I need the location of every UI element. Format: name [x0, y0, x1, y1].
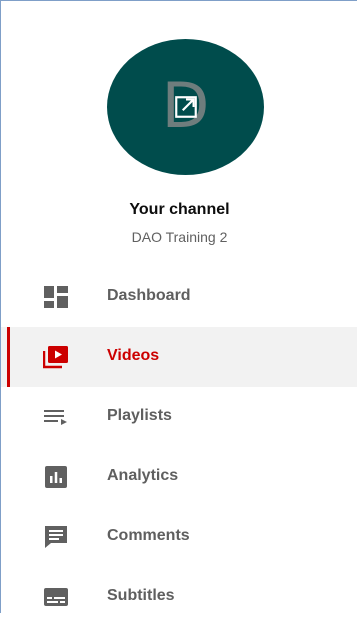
studio-sidebar: D Your channel DAO Training 2 Dashboard — [0, 0, 357, 613]
sidebar-item-analytics[interactable]: Analytics — [1, 447, 357, 507]
sidebar-item-label: Playlists — [107, 407, 172, 424]
sidebar-item-videos[interactable]: Videos — [1, 327, 357, 387]
channel-avatar[interactable]: D — [107, 39, 264, 175]
sidebar-item-dashboard[interactable]: Dashboard — [1, 267, 357, 327]
sidebar-item-label: Comments — [107, 527, 190, 544]
sidebar-item-label: Subtitles — [107, 587, 175, 604]
dashboard-icon — [44, 286, 68, 308]
sidebar-item-comments[interactable]: Comments — [1, 507, 357, 567]
sidebar-item-label: Analytics — [107, 467, 179, 484]
sidebar-item-subtitles[interactable]: Subtitles — [1, 567, 357, 627]
external-link-icon — [174, 96, 197, 118]
sidebar-item-label: Dashboard — [107, 287, 191, 304]
sidebar-nav: Dashboard Videos Playlists Analytics Com… — [1, 267, 357, 627]
channel-name: DAO Training 2 — [131, 229, 228, 245]
playlists-icon — [44, 410, 67, 425]
analytics-icon — [45, 466, 67, 488]
videos-icon — [43, 346, 68, 369]
sidebar-item-label: Videos — [107, 347, 160, 364]
channel-title: Your channel — [129, 201, 230, 218]
comments-icon — [45, 526, 67, 548]
sidebar-item-playlists[interactable]: Playlists — [1, 387, 357, 447]
subtitles-icon — [44, 588, 68, 606]
channel-header: D Your channel DAO Training 2 — [1, 1, 357, 261]
